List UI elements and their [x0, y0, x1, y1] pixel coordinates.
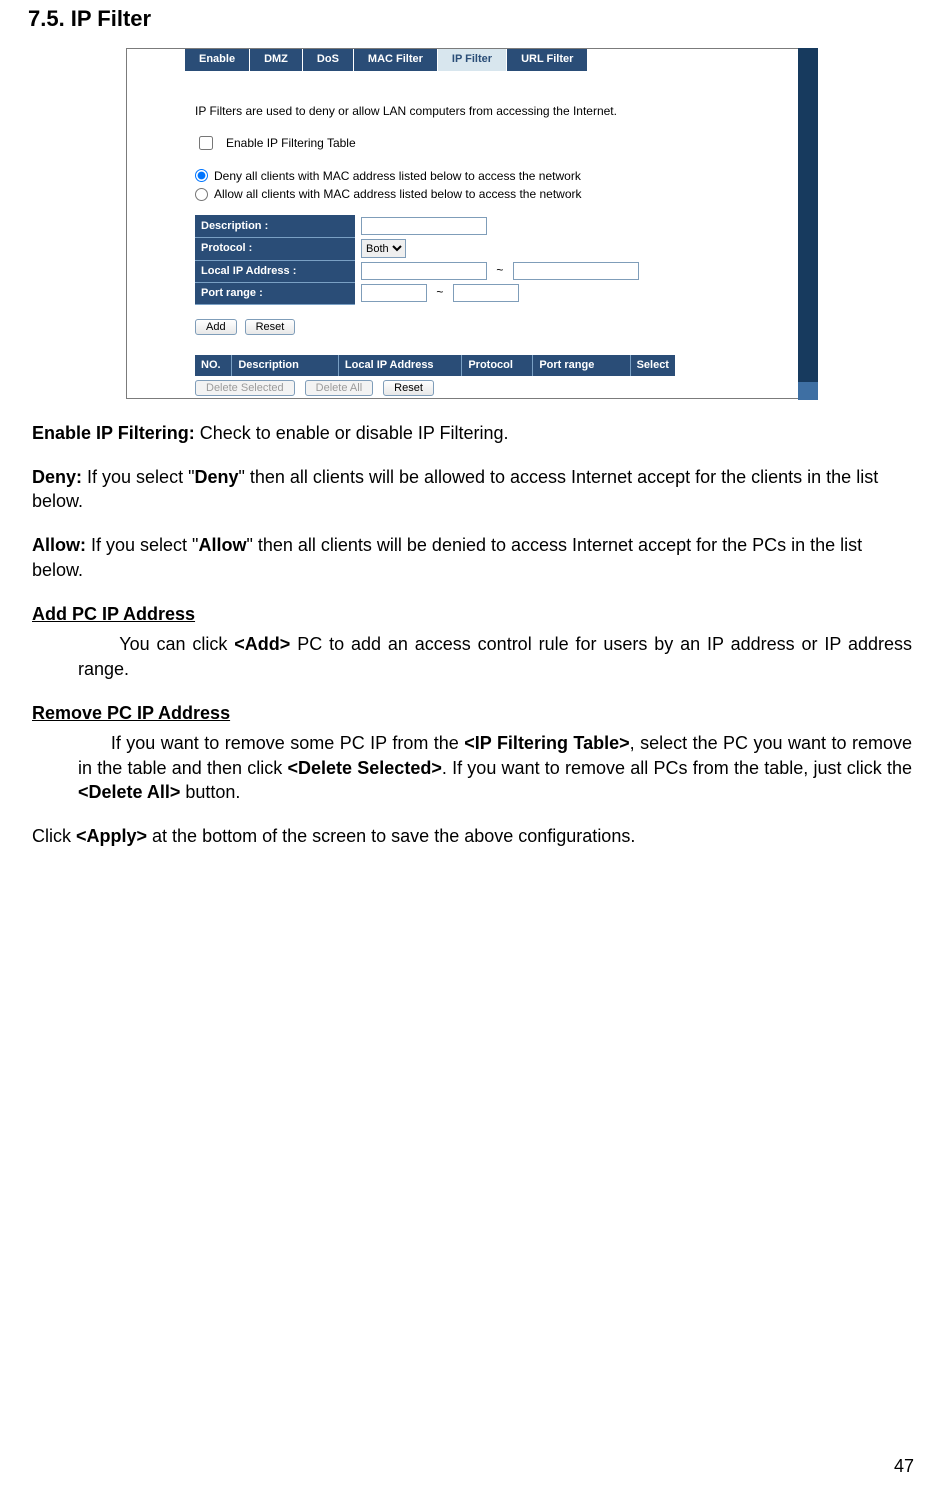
- allow-mode-radio[interactable]: [195, 188, 208, 201]
- allow-desc-a: If you select ": [86, 535, 198, 555]
- tilde-separator-2: ~: [430, 285, 449, 299]
- deny-bold: Deny: [194, 467, 238, 487]
- tab-ip-filter[interactable]: IP Filter: [438, 49, 507, 71]
- protocol-select[interactable]: Both: [361, 239, 406, 258]
- protocol-label: Protocol :: [195, 237, 355, 260]
- port-from-input[interactable]: [361, 284, 427, 302]
- ip-filter-form: Description : Protocol : Both Local IP A…: [195, 215, 645, 305]
- deny-mode-radio[interactable]: [195, 169, 208, 182]
- deny-term: Deny:: [32, 467, 82, 487]
- apply-text-a: Click: [32, 826, 76, 846]
- port-range-label: Port range :: [195, 282, 355, 304]
- remove-pc-heading: Remove PC IP Address: [32, 703, 230, 723]
- remove-pc-bold2: <Delete Selected>: [288, 758, 442, 778]
- port-to-input[interactable]: [453, 284, 519, 302]
- delete-all-button[interactable]: Delete All: [305, 380, 373, 396]
- enable-filtering-desc: Check to enable or disable IP Filtering.: [195, 423, 509, 443]
- tab-bar: Enable DMZ DoS MAC Filter IP Filter URL …: [185, 49, 795, 71]
- allow-bold: Allow: [198, 535, 246, 555]
- allow-term: Allow:: [32, 535, 86, 555]
- col-select: Select: [631, 355, 675, 376]
- router-ui-screenshot: Enable DMZ DoS MAC Filter IP Filter URL …: [126, 48, 818, 399]
- add-pc-text-a: You can click: [119, 634, 234, 654]
- delete-selected-button[interactable]: Delete Selected: [195, 380, 295, 396]
- tab-enable[interactable]: Enable: [185, 49, 250, 71]
- tab-url-filter[interactable]: URL Filter: [507, 49, 588, 71]
- local-ip-from-input[interactable]: [361, 262, 487, 280]
- description-text: Enable IP Filtering: Check to enable or …: [32, 421, 912, 849]
- add-pc-heading: Add PC IP Address: [32, 604, 195, 624]
- enable-ip-filtering-checkbox[interactable]: [199, 136, 213, 150]
- remove-pc-text-a: If you want to remove some PC IP from th…: [111, 733, 464, 753]
- description-input[interactable]: [361, 217, 487, 235]
- col-port-range: Port range: [533, 355, 630, 376]
- deny-mode-label: Deny all clients with MAC address listed…: [214, 168, 581, 184]
- remove-pc-text-d: button.: [180, 782, 240, 802]
- tab-mac-filter[interactable]: MAC Filter: [354, 49, 438, 71]
- enable-ip-filtering-label: Enable IP Filtering Table: [226, 135, 356, 151]
- apply-bold: <Apply>: [76, 826, 147, 846]
- deny-desc-a: If you select ": [82, 467, 194, 487]
- col-local-ip: Local IP Address: [339, 355, 462, 376]
- panel-intro-text: IP Filters are used to deny or allow LAN…: [195, 101, 787, 133]
- description-label: Description :: [195, 215, 355, 237]
- remove-pc-bold1: <IP Filtering Table>: [464, 733, 629, 753]
- col-protocol: Protocol: [462, 355, 533, 376]
- apply-text-b: at the bottom of the screen to save the …: [147, 826, 635, 846]
- tab-dos[interactable]: DoS: [303, 49, 354, 71]
- page-number: 47: [894, 1454, 914, 1478]
- reset-button-2[interactable]: Reset: [383, 380, 434, 396]
- allow-mode-label: Allow all clients with MAC address liste…: [214, 186, 582, 202]
- reset-button[interactable]: Reset: [245, 319, 296, 335]
- ip-filter-table-header: NO. Description Local IP Address Protoco…: [195, 355, 675, 376]
- local-ip-to-input[interactable]: [513, 262, 639, 280]
- col-description: Description: [232, 355, 339, 376]
- remove-pc-bold3: <Delete All>: [78, 782, 180, 802]
- col-no: NO.: [195, 355, 232, 376]
- local-ip-label: Local IP Address :: [195, 260, 355, 282]
- remove-pc-text-c: . If you want to remove all PCs from the…: [442, 758, 912, 778]
- add-pc-bold: <Add>: [234, 634, 290, 654]
- enable-filtering-term: Enable IP Filtering:: [32, 423, 195, 443]
- tilde-separator: ~: [490, 263, 509, 277]
- add-button[interactable]: Add: [195, 319, 237, 335]
- right-scroll-strip: [798, 48, 818, 399]
- tab-dmz[interactable]: DMZ: [250, 49, 303, 71]
- section-heading: 7.5. IP Filter: [28, 4, 916, 34]
